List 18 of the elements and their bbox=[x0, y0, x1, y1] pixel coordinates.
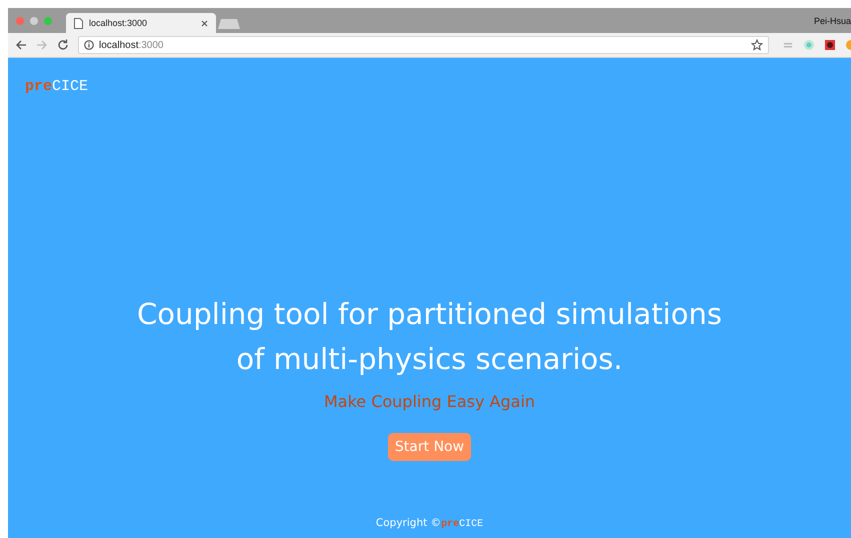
extension-icon[interactable] bbox=[824, 39, 836, 51]
close-window-icon[interactable] bbox=[16, 16, 24, 24]
browser-tab[interactable]: localhost:3000 bbox=[66, 13, 216, 33]
profile-name[interactable]: Pei-Hsua bbox=[814, 16, 851, 26]
zoom-window-icon[interactable] bbox=[44, 16, 52, 24]
tagline: Make Coupling Easy Again bbox=[324, 392, 536, 411]
forward-icon[interactable] bbox=[36, 39, 48, 51]
headline: Coupling tool for partitioned simulations of multi-physics scenarios. bbox=[137, 296, 722, 378]
close-tab-icon[interactable] bbox=[201, 20, 208, 26]
reload-icon[interactable] bbox=[57, 39, 69, 51]
bookmark-star-icon[interactable] bbox=[751, 39, 763, 51]
new-tab-button[interactable] bbox=[218, 19, 240, 29]
info-icon bbox=[84, 40, 94, 50]
address-field[interactable]: localhost:3000 bbox=[78, 36, 769, 54]
copyright-text: Copyright © bbox=[376, 517, 442, 529]
document-icon bbox=[74, 18, 83, 28]
back-icon[interactable] bbox=[15, 39, 27, 51]
minimize-window-icon[interactable] bbox=[30, 16, 38, 24]
